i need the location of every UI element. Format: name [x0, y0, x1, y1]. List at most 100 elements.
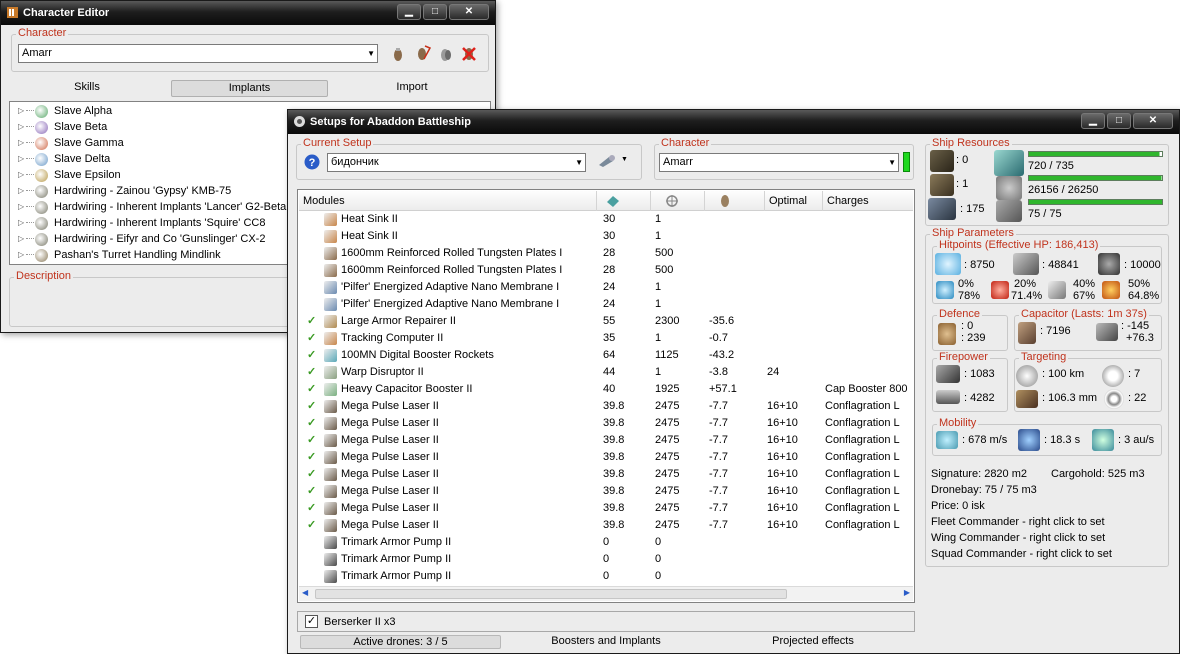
expand-icon[interactable]: ▷	[18, 215, 24, 231]
expand-icon[interactable]: ▷	[18, 103, 24, 119]
scroll-right-icon[interactable]: ▶	[904, 588, 910, 597]
close-button[interactable]: ✕	[1133, 113, 1173, 129]
dps-icon	[936, 365, 960, 383]
character-select[interactable]: Amarr ▼	[18, 44, 378, 63]
character-copy-icon[interactable]	[439, 46, 453, 62]
implant-tree-label: Hardwiring - Zainou 'Gypsy' KMB-75	[54, 185, 232, 197]
module-active-check-icon[interactable]: ✓	[307, 500, 316, 517]
sensor-strength-value: : 22	[1128, 392, 1147, 404]
fleet-commander[interactable]: Fleet Commander - right click to set	[931, 516, 1105, 528]
module-powergrid: 1	[655, 213, 662, 225]
tab-skills[interactable]: Skills	[31, 80, 143, 97]
module-active-check-icon[interactable]: ✓	[307, 381, 316, 398]
character-new-icon[interactable]	[391, 46, 405, 62]
module-cpu: 39.8	[603, 434, 625, 446]
maximize-button[interactable]: □	[1107, 113, 1131, 129]
module-row[interactable]: ✓ Warp Disruptor II 44 1 -3.8 24	[299, 364, 913, 381]
expand-icon[interactable]: ▷	[18, 199, 24, 215]
module-row[interactable]: ✓ Large Armor Repairer II 55 2300 -35.6	[299, 313, 913, 330]
tab-projected-effects[interactable]: Projected effects	[718, 635, 908, 649]
module-active-check-icon[interactable]: ✓	[307, 364, 316, 381]
expand-icon[interactable]: ▷	[18, 167, 24, 183]
column-optimal-label: Optimal	[769, 195, 807, 207]
module-active-check-icon[interactable]: ✓	[307, 347, 316, 364]
column-optimal[interactable]: Optimal	[765, 191, 823, 211]
module-row[interactable]: ✓ Mega Pulse Laser II 39.8 2475 -7.7 16+10 Con…	[299, 483, 913, 500]
module-row[interactable]: Trimark Armor Pump II 0 0	[299, 568, 913, 585]
drone-checkbox[interactable]: ✓	[305, 615, 318, 628]
expand-icon[interactable]: ▷	[18, 135, 24, 151]
tab-boosters-implants[interactable]: Boosters and Implants	[514, 635, 698, 649]
column-cpu[interactable]	[597, 191, 651, 211]
defence-icon	[938, 323, 956, 345]
scrollbar-thumb[interactable]	[315, 589, 787, 599]
module-row[interactable]: Heat Sink II 30 1	[299, 228, 913, 245]
sensor-strength-icon	[1104, 389, 1124, 409]
module-row[interactable]: ✓ 100MN Digital Booster Rockets 64 1125 -43.…	[299, 347, 913, 364]
window-title: Character Editor	[23, 7, 110, 19]
module-row[interactable]: ✓ Tracking Computer II 35 1 -0.7	[299, 330, 913, 347]
column-powergrid[interactable]	[651, 191, 705, 211]
module-active-check-icon[interactable]: ✓	[307, 415, 316, 432]
module-row[interactable]: ✓ Mega Pulse Laser II 39.8 2475 -7.7 16+10 Con…	[299, 449, 913, 466]
module-row[interactable]: Trimark Armor Pump II 0 0	[299, 534, 913, 551]
module-active-check-icon[interactable]: ✓	[307, 517, 316, 534]
minimize-button[interactable]: ▁	[397, 4, 421, 20]
maximize-button[interactable]: □	[423, 4, 447, 20]
setups-titlebar[interactable]: Setups for Abaddon Battleship ▁ □ ✕	[288, 110, 1179, 134]
wing-commander[interactable]: Wing Commander - right click to set	[931, 532, 1105, 544]
expand-icon[interactable]: ▷	[18, 119, 24, 135]
expand-icon[interactable]: ▷	[18, 231, 24, 247]
column-charges[interactable]: Charges	[823, 191, 914, 211]
expand-icon[interactable]: ▷	[18, 183, 24, 199]
setup-actions-button[interactable]: ▼	[597, 153, 631, 172]
setup-character-select[interactable]: Amarr ▼	[659, 153, 899, 172]
module-optimal: 16+10	[767, 400, 798, 412]
module-active-check-icon[interactable]: ✓	[307, 466, 316, 483]
module-row[interactable]: ✓ Mega Pulse Laser II 39.8 2475 -7.7 16+10 Con…	[299, 517, 913, 534]
setup-select[interactable]: бидончик ▼	[327, 153, 586, 172]
expand-icon[interactable]: ▷	[18, 151, 24, 167]
column-modules[interactable]: Modules	[299, 191, 597, 211]
help-icon[interactable]: ?	[304, 154, 320, 170]
tab-active-drones[interactable]: Active drones: 3 / 5	[300, 635, 501, 649]
module-active-check-icon[interactable]: ✓	[307, 398, 316, 415]
expand-icon[interactable]: ▷	[18, 247, 24, 263]
character-editor-tabs: Skills Implants Import	[11, 80, 489, 97]
close-button[interactable]: ✕	[449, 4, 489, 20]
modules-horizontal-scrollbar[interactable]: ◀ ▶	[299, 586, 913, 601]
tab-implants[interactable]: Implants	[171, 80, 328, 97]
module-capacitor: -3.8	[709, 366, 728, 378]
module-row[interactable]: 1600mm Reinforced Rolled Tungsten Plates…	[299, 262, 913, 279]
module-icon	[324, 400, 337, 413]
module-row[interactable]: ✓ Mega Pulse Laser II 39.8 2475 -7.7 16+10 Con…	[299, 500, 913, 517]
squad-commander[interactable]: Squad Commander - right click to set	[931, 548, 1112, 560]
module-row[interactable]: Trimark Armor Pump II 0 0	[299, 551, 913, 568]
character-delete-icon[interactable]	[461, 45, 477, 62]
implant-icon	[35, 137, 48, 150]
character-rename-icon[interactable]	[415, 45, 431, 62]
module-row[interactable]: Heat Sink II 30 1	[299, 211, 913, 228]
module-row[interactable]: ✓ Mega Pulse Laser II 39.8 2475 -7.7 16+10 Con…	[299, 415, 913, 432]
module-row[interactable]: 'Pilfer' Energized Adaptive Nano Membran…	[299, 279, 913, 296]
minimize-button[interactable]: ▁	[1081, 113, 1105, 129]
module-active-check-icon[interactable]: ✓	[307, 483, 316, 500]
module-active-check-icon[interactable]: ✓	[307, 330, 316, 347]
module-row[interactable]: ✓ Mega Pulse Laser II 39.8 2475 -7.7 16+10 Con…	[299, 398, 913, 415]
module-active-check-icon[interactable]: ✓	[307, 313, 316, 330]
module-cpu: 0	[603, 536, 610, 548]
module-row[interactable]: ✓ Heavy Capacitor Booster II 40 1925 +57.1 Ca…	[299, 381, 913, 398]
module-name: Mega Pulse Laser II	[341, 434, 439, 446]
module-row[interactable]: 1600mm Reinforced Rolled Tungsten Plates…	[299, 245, 913, 262]
module-row[interactable]: 'Pilfer' Energized Adaptive Nano Membran…	[299, 296, 913, 313]
column-capacitor[interactable]	[705, 191, 765, 211]
module-active-check-icon[interactable]: ✓	[307, 449, 316, 466]
tab-import[interactable]: Import	[356, 80, 468, 97]
module-row[interactable]: ✓ Mega Pulse Laser II 39.8 2475 -7.7 16+10 Con…	[299, 466, 913, 483]
character-editor-titlebar[interactable]: Character Editor ▁ □ ✕	[1, 1, 495, 25]
scroll-left-icon[interactable]: ◀	[302, 588, 308, 597]
module-icon	[324, 502, 337, 515]
module-row[interactable]: ✓ Mega Pulse Laser II 39.8 2475 -7.7 16+10 Con…	[299, 432, 913, 449]
module-active-check-icon[interactable]: ✓	[307, 432, 316, 449]
modules-list[interactable]: Modules Optimal Charges Heat Sink II 30 1 H…	[297, 189, 915, 603]
